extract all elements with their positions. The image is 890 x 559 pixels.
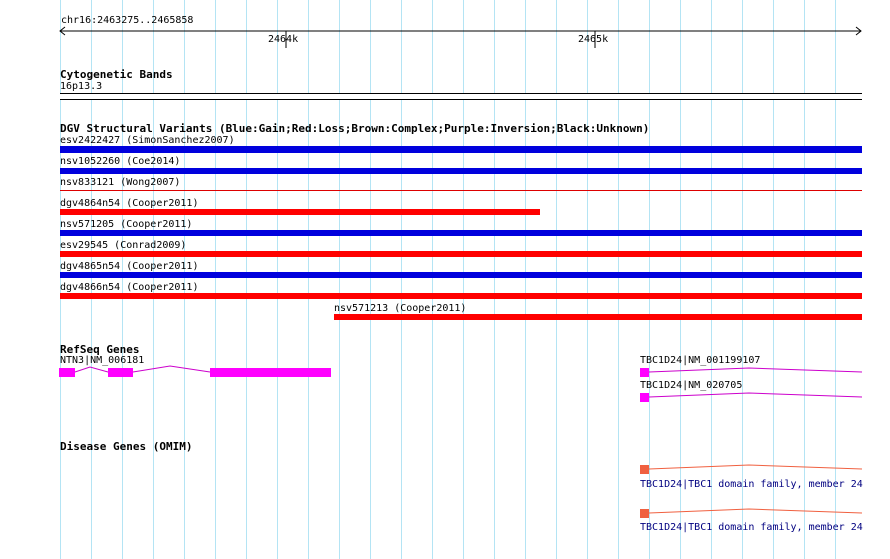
dgv-feature-bar[interactable] xyxy=(60,230,862,236)
omim-gene-label: TBC1D24|TBC1 domain family, member 24 xyxy=(640,479,863,490)
dgv-feature-bar[interactable] xyxy=(334,314,862,320)
cytoband-bar[interactable] xyxy=(60,93,862,100)
omim-gene-feature[interactable] xyxy=(639,460,863,476)
ruler-axis[interactable] xyxy=(55,22,867,48)
dgv-feature-bar[interactable] xyxy=(60,168,862,174)
dgv-feature-label: nsv833121 (Wong2007) xyxy=(60,177,181,188)
cytoband-track-title: Cytogenetic Bands xyxy=(60,68,173,81)
cytoband-label: 16p13.3 xyxy=(60,81,103,92)
refseq-gene-tbc1d24-nm020705[interactable] xyxy=(639,389,863,403)
dgv-feature-bar[interactable] xyxy=(60,293,862,299)
refseq-gene-ntn3[interactable] xyxy=(58,362,334,380)
dgv-feature-bar[interactable] xyxy=(60,146,862,153)
omim-gene-label: TBC1D24|TBC1 domain family, member 24 xyxy=(640,522,863,533)
omim-gene-feature[interactable] xyxy=(639,504,863,520)
refseq-gene-tbc1d24-nm001199107[interactable] xyxy=(639,364,863,378)
dgv-feature-bar[interactable] xyxy=(60,190,862,191)
dgv-feature-label: nsv1052260 (Coe2014) xyxy=(60,156,181,167)
omim-track-title: Disease Genes (OMIM) xyxy=(60,440,193,453)
dgv-feature-bar[interactable] xyxy=(60,209,540,215)
dgv-feature-bar[interactable] xyxy=(60,251,862,257)
dgv-track-title: DGV Structural Variants (Blue:Gain;Red:L… xyxy=(60,122,650,135)
dgv-feature-bar[interactable] xyxy=(60,272,862,278)
